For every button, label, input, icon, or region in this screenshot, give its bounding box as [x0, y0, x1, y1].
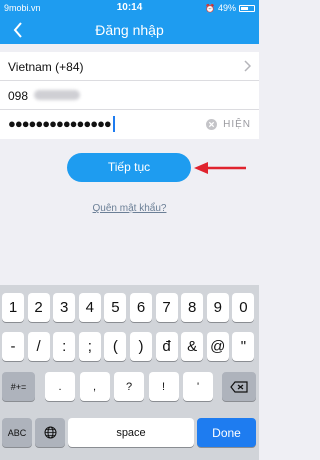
status-right: ⏰ 49%	[205, 3, 255, 13]
password-field[interactable]: ●●●●●●●●●●●●●●● HIỆN	[0, 110, 259, 139]
key-symbol[interactable]: (	[104, 332, 127, 361]
key-2[interactable]: 3	[53, 293, 76, 322]
globe-key[interactable]	[35, 418, 65, 447]
key-6[interactable]: 7	[155, 293, 178, 322]
key-symbol[interactable]: ;	[78, 332, 101, 361]
key-7[interactable]: 8	[181, 293, 204, 322]
symbols-toggle-key[interactable]: #+=	[2, 372, 35, 401]
key-4[interactable]: 5	[104, 293, 127, 322]
login-form: Vietnam (+84) 098 ●●●●●●●●●●●●●●● HIỆN	[0, 52, 259, 139]
backspace-icon	[230, 380, 248, 393]
show-password-button[interactable]: HIỆN	[223, 119, 251, 130]
battery-icon	[239, 4, 255, 12]
key-1[interactable]: 2	[27, 293, 50, 322]
space-key[interactable]: space	[68, 418, 194, 447]
key-punct[interactable]: ,	[79, 372, 110, 401]
chevron-right-icon	[244, 60, 251, 72]
text-caret	[113, 116, 115, 132]
red-arrow-annotation	[194, 162, 246, 174]
key-symbol[interactable]: /	[27, 332, 50, 361]
key-symbol[interactable]: @	[206, 332, 229, 361]
country-selector[interactable]: Vietnam (+84)	[0, 52, 259, 81]
page-title: Đăng nhập	[95, 22, 164, 38]
battery-percent: 49%	[217, 3, 236, 13]
country-label: Vietnam (+84)	[8, 60, 84, 74]
key-0[interactable]: 1	[2, 293, 24, 322]
key-3[interactable]: 4	[78, 293, 101, 322]
done-key[interactable]: Done	[197, 418, 256, 447]
alarm-icon: ⏰	[205, 3, 215, 13]
key-punct[interactable]: '	[183, 372, 213, 401]
key-symbol[interactable]: :	[53, 332, 76, 361]
key-punct[interactable]: ?	[114, 372, 144, 401]
key-symbol[interactable]: )	[130, 332, 152, 361]
status-bar: 9mobi.vn 10:14 ⏰ 49%	[0, 0, 259, 16]
key-symbol[interactable]: "	[232, 332, 255, 361]
clear-icon[interactable]	[206, 119, 217, 130]
key-punct[interactable]: .	[45, 372, 75, 401]
globe-icon	[44, 426, 56, 439]
phone-field[interactable]: 098	[0, 81, 259, 110]
nav-bar: Đăng nhập	[0, 16, 259, 44]
key-symbol[interactable]: -	[2, 332, 24, 361]
password-mask: ●●●●●●●●●●●●●●●	[8, 116, 112, 131]
continue-button[interactable]: Tiếp tục	[67, 153, 191, 182]
phone-redacted	[34, 90, 80, 100]
key-symbol[interactable]: đ	[155, 332, 178, 361]
key-8[interactable]: 9	[206, 293, 229, 322]
key-symbol[interactable]: &	[181, 332, 204, 361]
key-5[interactable]: 6	[130, 293, 152, 322]
keyboard: 1 2 3 4 5 6 7 8 9 0 - /:;() đ & @ " #+=.,?! ' ABC space Done	[0, 285, 259, 460]
key-punct[interactable]: !	[148, 372, 179, 401]
backspace-key[interactable]	[222, 372, 256, 401]
phone-prefix: 098	[8, 89, 29, 103]
key-9[interactable]: 0	[232, 293, 255, 322]
abc-key[interactable]: ABC	[2, 418, 32, 447]
forgot-password-link[interactable]: Quên mật khẩu?	[0, 203, 259, 214]
